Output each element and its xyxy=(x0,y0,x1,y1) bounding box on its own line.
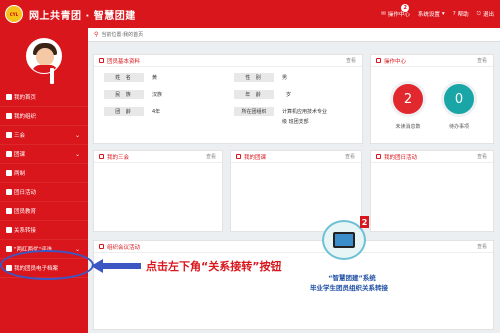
transfer-icon xyxy=(6,227,12,233)
flag-icon xyxy=(50,68,54,84)
meeting-icon xyxy=(99,154,104,159)
home-icon xyxy=(6,94,12,100)
logout-icon: ⎋ xyxy=(476,10,481,17)
chevron-down-icon: ▾ xyxy=(441,11,445,17)
avatar xyxy=(26,38,62,74)
league-logo: CYL xyxy=(5,5,23,23)
view-more-link[interactable]: 查看 xyxy=(346,57,356,64)
pointer-arrow-icon xyxy=(91,259,141,273)
todo-count-circle[interactable]: 0 xyxy=(441,81,477,117)
view-more-link[interactable]: 查看 xyxy=(477,153,487,160)
sidebar-item-league-day[interactable]: 团日活动 xyxy=(0,183,88,202)
activity-icon xyxy=(6,189,12,195)
org-icon xyxy=(6,113,12,119)
help-link[interactable]: ? 帮助 xyxy=(453,10,469,18)
header-actions: ✉ 操作中心 2 系统设置 ▾ ? 帮助 ⎋ 退出 xyxy=(381,0,494,28)
education-icon xyxy=(6,208,12,214)
award-icon xyxy=(6,246,12,252)
sidebar-item-home[interactable]: 我的首页 xyxy=(0,88,88,107)
panel-title: 操作中心 xyxy=(384,58,407,65)
info-row: 团 龄 4年 所在团组织 计算机应用技术专业 级 班团支部 xyxy=(104,107,360,125)
sidebar-item-org[interactable]: 我的组织 xyxy=(0,107,88,126)
logout-link[interactable]: ⎋ 退出 xyxy=(476,10,494,19)
panel-title: 组织会议活动 xyxy=(107,244,141,251)
promo-line-2: 毕业学生团员组织关系转接 xyxy=(310,284,388,292)
system-icon xyxy=(6,170,12,176)
chevron-down-icon: ⌄ xyxy=(74,150,80,158)
promo-line-1: “智慧团建”系统 xyxy=(328,274,376,282)
breadcrumb: ⚲ 当前位置:我的首页 xyxy=(88,28,500,42)
app-title: 网上共青团 · 智慧团建 xyxy=(29,10,136,22)
promo-graphic: 2 “智慧团建”系统 毕业学生团员组织关系转接 xyxy=(302,216,392,316)
lesson-icon xyxy=(6,151,12,157)
location-pin-icon: ⚲ xyxy=(94,31,99,38)
settings-link[interactable]: 系统设置 ▾ xyxy=(418,10,445,18)
sidebar-item-transfer[interactable]: 关系转接 xyxy=(0,221,88,240)
mail-icon: ✉ xyxy=(381,11,386,17)
member-info-panel: 团员基本资料 查看 姓 名 黄 性 别 男 民 族 汉族 年 龄 岁 团 龄 4… xyxy=(93,54,363,144)
view-more-link[interactable]: 查看 xyxy=(206,153,216,160)
activity-icon xyxy=(376,154,381,159)
info-row: 姓 名 黄 性 别 男 xyxy=(104,73,360,90)
chevron-down-icon: ⌄ xyxy=(74,245,80,253)
instruction-text: 点击左下角“关系接转”按钮 xyxy=(146,260,282,273)
calendar-icon xyxy=(99,244,104,249)
unread-count-circle[interactable]: 2 xyxy=(390,81,426,117)
lesson-icon xyxy=(236,154,241,159)
panel-title: 团员基本资料 xyxy=(107,58,141,65)
chevron-down-icon: ⌄ xyxy=(74,131,80,139)
promo-badge: 2 xyxy=(360,216,369,228)
ops-icon xyxy=(376,58,381,63)
avatar-area xyxy=(0,28,88,88)
sidebar: 我的首页 我的组织 三会 ⌄ 团课 ⌄ 两制 团日活动 团员教育 关系转接 "两红两… xyxy=(0,28,88,333)
info-row: 民 族 汉族 年 龄 岁 xyxy=(104,90,360,107)
sidebar-item-lessons[interactable]: 团课 ⌄ xyxy=(0,145,88,164)
sidebar-item-two-systems[interactable]: 两制 xyxy=(0,164,88,183)
ops-center-link[interactable]: ✉ 操作中心 2 xyxy=(381,4,410,18)
my-meetings-panel: 我的三会 查看 xyxy=(93,150,223,232)
panel-title: 我的三会 xyxy=(107,154,130,161)
sidebar-item-meetings[interactable]: 三会 ⌄ xyxy=(0,126,88,145)
top-header: CYL 网上共青团 · 智慧团建 ✉ 操作中心 2 系统设置 ▾ ? 帮助 ⎋ … xyxy=(0,0,500,28)
transfer-highlight-ellipse xyxy=(0,250,94,280)
panel-title: 我的团日活动 xyxy=(384,154,418,161)
ops-center-panel: 操作中心 查看 2 未读消息数 0 待办事项 xyxy=(370,54,494,144)
help-icon: ? xyxy=(452,11,456,17)
view-more-link[interactable]: 查看 xyxy=(477,243,487,250)
profile-icon xyxy=(99,58,104,63)
view-more-link[interactable]: 查看 xyxy=(477,57,487,64)
view-more-link[interactable]: 查看 xyxy=(345,153,355,160)
sidebar-item-education[interactable]: 团员教育 xyxy=(0,202,88,221)
panel-title: 我的团课 xyxy=(244,154,267,161)
meeting-icon xyxy=(6,132,12,138)
